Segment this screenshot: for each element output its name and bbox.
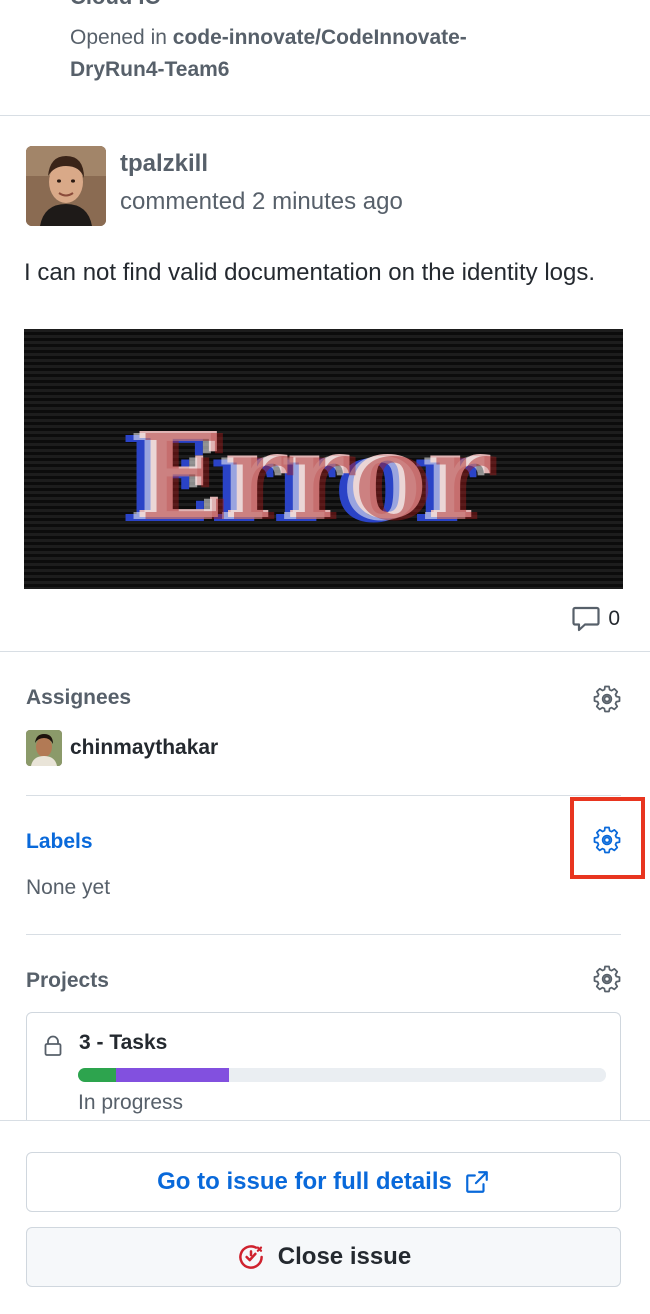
labels-value: None yet [26, 876, 111, 899]
issue-closed-icon [238, 1245, 263, 1269]
comment-reply-count[interactable]: 0 [572, 606, 620, 632]
progress-segment-in-progress [116, 1068, 229, 1082]
author-avatar[interactable] [26, 146, 106, 226]
progress-segment-done [78, 1068, 117, 1082]
issue-title: Cloud IC [70, 0, 160, 10]
comment-divider [0, 651, 650, 652]
labels-title[interactable]: Labels [26, 830, 93, 854]
projects-title[interactable]: Projects [26, 969, 109, 993]
progress-segment-todo [229, 1068, 606, 1082]
opened-in-text: Opened in code-innovate/CodeInnovate-Dry… [70, 22, 540, 86]
go-to-issue-label: Go to issue for full details [157, 1168, 452, 1195]
error-image-text-red: Error [140, 408, 497, 547]
comment-author[interactable]: tpalzkill [120, 150, 208, 178]
opened-in-prefix: Opened in [70, 26, 167, 49]
issue-meta: Cloud IC Opened in code-innovate/CodeInn… [0, 0, 650, 116]
highlight-box [570, 797, 645, 879]
external-link-icon [466, 1171, 488, 1193]
comment-body: I can not find valid documentation on th… [24, 259, 596, 286]
project-status: In progress [78, 1091, 184, 1114]
project-name[interactable]: 3 - Tasks [79, 1031, 167, 1055]
comment-timestamp[interactable]: commented 2 minutes ago [120, 188, 403, 216]
project-progress-bar [78, 1068, 606, 1082]
footer-actions: Go to issue for full details Close issue [0, 1120, 650, 1314]
assignees-divider [26, 795, 621, 796]
assignee-avatar [26, 730, 62, 766]
close-issue-label: Close issue [277, 1243, 412, 1270]
error-image[interactable]: Error Error Error Error [24, 329, 623, 589]
reply-count-value: 0 [608, 607, 620, 630]
close-issue-button[interactable]: Close issue [26, 1227, 621, 1287]
comment-icon [572, 606, 600, 632]
gear-icon[interactable] [592, 964, 622, 994]
labels-divider [26, 934, 621, 935]
assignees-title[interactable]: Assignees [26, 686, 131, 710]
go-to-issue-button[interactable]: Go to issue for full details [26, 1152, 621, 1212]
assignee-item[interactable]: chinmaythakar [26, 730, 218, 766]
gear-icon[interactable] [592, 684, 622, 714]
assignee-name[interactable]: chinmaythakar [70, 736, 218, 760]
lock-icon [42, 1035, 64, 1057]
